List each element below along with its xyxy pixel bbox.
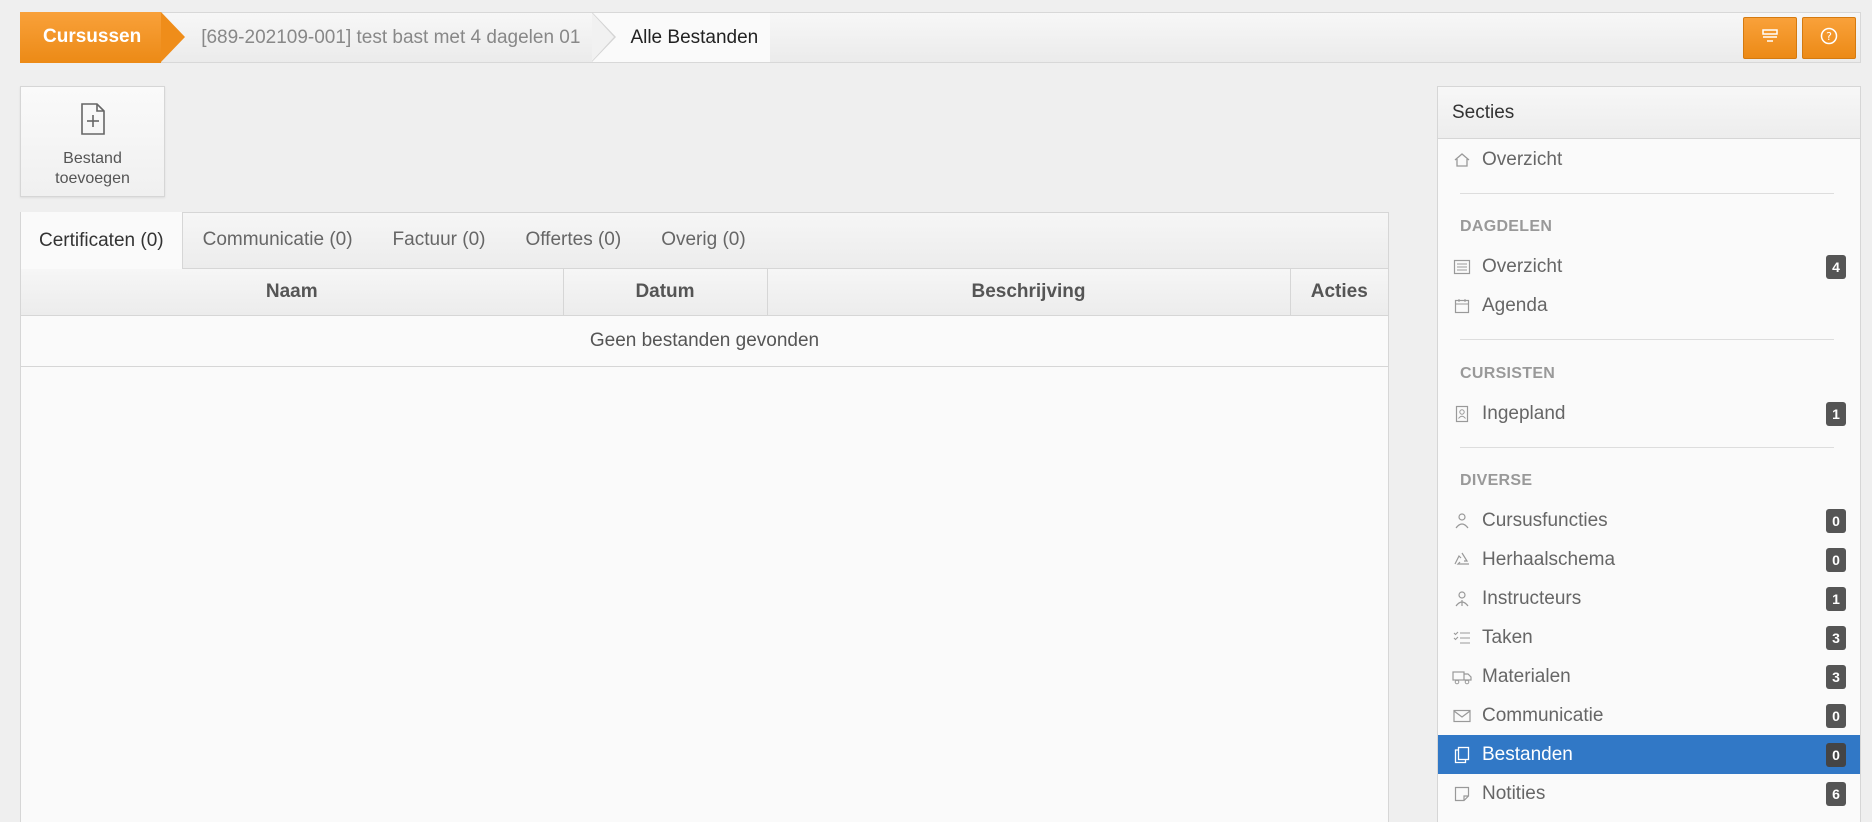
home-icon <box>1452 150 1472 170</box>
calendar-icon <box>1452 296 1472 316</box>
sidebar-item-label: Taken <box>1482 626 1533 648</box>
note-icon <box>1452 784 1472 804</box>
sidebar-item-ingepland[interactable]: Ingepland 1 <box>1438 394 1860 433</box>
id-badge-icon <box>1452 404 1472 424</box>
count-badge: 3 <box>1826 626 1846 650</box>
sidebar-item-agenda[interactable]: Agenda <box>1438 286 1860 325</box>
svg-text:?: ? <box>1826 30 1832 43</box>
count-badge: 0 <box>1826 509 1846 533</box>
sidebar-item-overzicht[interactable]: Overzicht <box>1438 140 1860 179</box>
sections-sidebar: Secties Overzicht DAGDELEN Overzicht 4 A… <box>1437 86 1861 822</box>
add-file-button[interactable]: Bestand toevoegen <box>20 86 165 197</box>
column-datum[interactable]: Datum <box>563 269 768 316</box>
add-file-label-1: Bestand <box>63 150 122 167</box>
column-naam[interactable]: Naam <box>21 269 564 316</box>
instructor-icon <box>1452 589 1472 609</box>
count-badge: 0 <box>1826 548 1846 572</box>
sidebar-title: Secties <box>1438 87 1860 139</box>
group-label-dagdelen: DAGDELEN <box>1460 218 1553 235</box>
sidebar-item-herhaalschema[interactable]: Herhaalschema 0 <box>1438 540 1860 579</box>
group-label-diverse: DIVERSE <box>1460 472 1533 489</box>
sidebar-item-dagdelen-overzicht[interactable]: Overzicht 4 <box>1438 247 1860 286</box>
tab-overig[interactable]: Overig (0) <box>641 212 765 268</box>
column-acties: Acties <box>1290 269 1388 316</box>
breadcrumb-course[interactable]: [689-202109-001] test bast met 4 dagelen… <box>161 12 617 62</box>
count-badge: 3 <box>1826 665 1846 689</box>
count-badge: 0 <box>1826 743 1846 767</box>
file-plus-icon <box>80 103 106 149</box>
sidebar-item-materialen[interactable]: Materialen 3 <box>1438 657 1860 696</box>
files-table: Naam Datum Beschrijving Acties Geen best… <box>21 269 1388 367</box>
sidebar-item-label: Materialen <box>1482 665 1571 687</box>
divider <box>1460 193 1834 194</box>
help-icon: ? <box>1820 27 1838 50</box>
sidebar-item-label: Overzicht <box>1482 255 1563 277</box>
column-beschrijving[interactable]: Beschrijving <box>767 269 1291 316</box>
sidebar-item-label: Herhaalschema <box>1482 548 1616 570</box>
sidebar-item-label: Cursusfuncties <box>1482 509 1608 531</box>
add-file-label-2: toevoegen <box>55 170 130 187</box>
breadcrumb-bar: Cursussen [689-202109-001] test bast met… <box>20 11 1861 63</box>
count-badge: 1 <box>1826 402 1846 426</box>
settings-panel-icon <box>1761 28 1779 49</box>
sidebar-item-instructeurs[interactable]: Instructeurs 1 <box>1438 579 1860 618</box>
divider <box>1460 339 1834 340</box>
sidebar-item-communicatie[interactable]: Communicatie 0 <box>1438 696 1860 735</box>
sidebar-item-label: Agenda <box>1482 294 1548 316</box>
envelope-icon <box>1452 706 1472 726</box>
tab-communicatie[interactable]: Communicatie (0) <box>183 212 373 268</box>
settings-panel-button[interactable] <box>1743 17 1797 59</box>
sidebar-item-bestanden[interactable]: Bestanden 0 <box>1438 735 1860 774</box>
divider <box>1460 447 1834 448</box>
sidebar-item-label: Ingepland <box>1482 402 1566 424</box>
count-badge: 1 <box>1826 587 1846 611</box>
sidebar-item-notities[interactable]: Notities 6 <box>1438 774 1860 813</box>
breadcrumb-home[interactable]: Cursussen <box>20 11 186 63</box>
tab-factuur[interactable]: Factuur (0) <box>373 212 506 268</box>
tab-offertes[interactable]: Offertes (0) <box>505 212 641 268</box>
files-icon <box>1452 745 1472 765</box>
truck-icon <box>1452 667 1472 687</box>
breadcrumb-current: Alle Bestanden <box>592 13 771 62</box>
files-panel: Certificaten (0) Communicatie (0) Factuu… <box>20 212 1389 822</box>
sidebar-item-cursusfuncties[interactable]: Cursusfuncties 0 <box>1438 501 1860 540</box>
group-label-cursisten: CURSISTEN <box>1460 365 1556 382</box>
help-button[interactable]: ? <box>1802 17 1856 59</box>
count-badge: 0 <box>1826 704 1846 728</box>
table-row: Geen bestanden gevonden <box>21 315 1388 367</box>
count-badge: 4 <box>1826 255 1846 279</box>
people-icon <box>1452 511 1472 531</box>
tab-certificaten[interactable]: Certificaten (0) <box>21 212 183 269</box>
count-badge: 6 <box>1826 782 1846 806</box>
empty-message: Geen bestanden gevonden <box>21 315 1388 367</box>
sidebar-item-label: Notities <box>1482 782 1546 804</box>
recycle-icon <box>1452 550 1472 570</box>
sidebar-item-label: Instructeurs <box>1482 587 1582 609</box>
sidebar-item-label: Overzicht <box>1482 148 1563 170</box>
list-icon <box>1452 257 1472 277</box>
sidebar-item-label: Bestanden <box>1482 743 1573 765</box>
sidebar-item-label: Communicatie <box>1482 704 1604 726</box>
sidebar-item-taken[interactable]: Taken 3 <box>1438 618 1860 657</box>
tasks-icon <box>1452 628 1472 648</box>
file-category-tabs: Certificaten (0) Communicatie (0) Factuu… <box>21 212 1388 269</box>
